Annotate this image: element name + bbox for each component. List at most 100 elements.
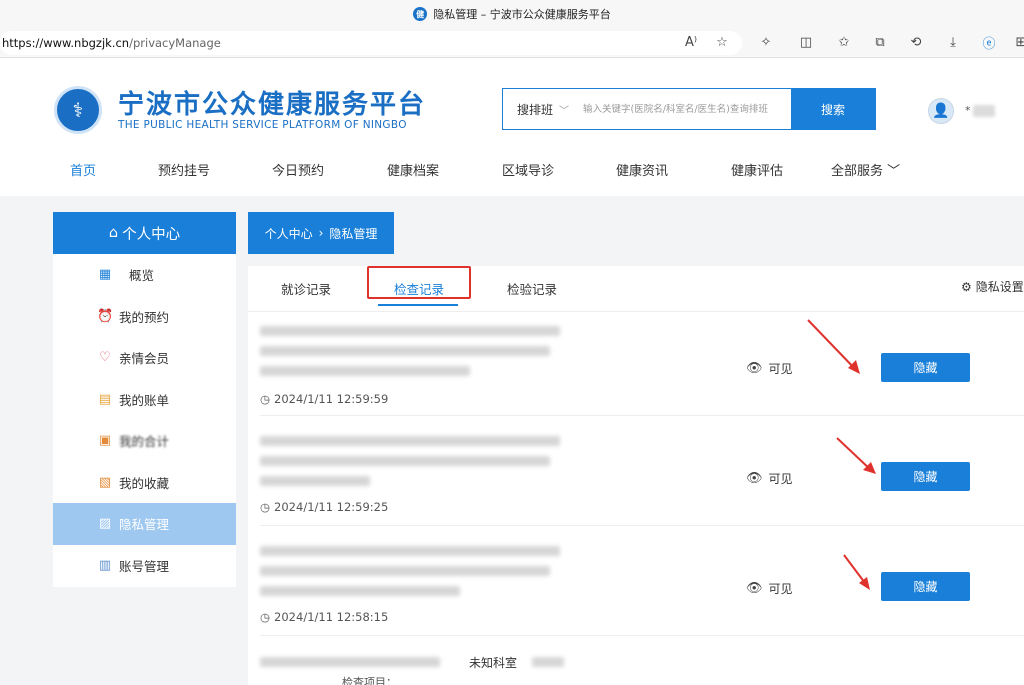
search-type-label: 搜排班 bbox=[517, 102, 554, 117]
url-path: /privacyManage bbox=[129, 36, 221, 50]
username[interactable]: * bbox=[965, 104, 995, 117]
sidebar-item-label: 概览 bbox=[129, 268, 155, 284]
record-item: ◷ 2024/1/11 12:58:15 👁 可见 隐藏 bbox=[260, 526, 1024, 636]
privacy-settings-button[interactable]: ⚙ 隐私设置 bbox=[961, 278, 1024, 295]
record-item: 未知科室 检查项目： bbox=[260, 636, 1024, 685]
search-input[interactable] bbox=[583, 94, 789, 124]
tab-lab-records[interactable]: 检验记录 bbox=[507, 279, 557, 298]
clock-icon: ◷ bbox=[260, 392, 271, 406]
redacted-text bbox=[260, 566, 550, 576]
record-department: 未知科室 bbox=[469, 656, 518, 670]
record-time: ◷ 2024/1/11 12:59:59 bbox=[260, 392, 388, 406]
tab-visit-records[interactable]: 就诊记录 bbox=[281, 279, 331, 298]
record-item: ◷ 2024/1/11 12:59:25 👁 可见 隐藏 bbox=[260, 416, 1024, 526]
user-avatar[interactable]: 👤 bbox=[928, 98, 954, 124]
sidebar-header[interactable]: ⌂ 个人中心 bbox=[53, 212, 236, 254]
record-time: ◷ 2024/1/11 12:58:15 bbox=[260, 610, 388, 624]
browser-tab-title: 隐私管理 – 宁波市公众健康服务平台 bbox=[433, 8, 611, 21]
sidebar-item-overview[interactable]: ▦ 概览 bbox=[53, 254, 236, 296]
nav-health-assessment[interactable]: 健康评估 bbox=[731, 160, 783, 179]
nav-health-records[interactable]: 健康档案 bbox=[387, 160, 439, 179]
split-screen-icon[interactable]: ◫ bbox=[795, 31, 817, 53]
url-host: https://www.nbgzjk.cn bbox=[2, 36, 130, 50]
collections-icon[interactable]: ⧉ bbox=[869, 31, 891, 53]
sidebar-header-label: 个人中心 bbox=[122, 226, 181, 243]
search-button[interactable]: 搜索 bbox=[791, 89, 875, 129]
browser-address-bar: https://www.nbgzjk.cn/privacyManage A⁾ ☆… bbox=[0, 28, 1024, 58]
wallet-icon: ▣ bbox=[98, 433, 112, 449]
history-icon[interactable]: ⟲ bbox=[905, 31, 927, 53]
sidebar-item-my-appointments[interactable]: ⏰ 我的预约 bbox=[53, 296, 236, 338]
record-tabs: 就诊记录 检查记录 检验记录 ⚙ 隐私设置 bbox=[248, 266, 1024, 312]
sidebar-item-my-bills[interactable]: ▤ 我的账单 bbox=[53, 379, 236, 421]
nav-health-news[interactable]: 健康资讯 bbox=[616, 160, 668, 179]
shield-icon: ▨ bbox=[98, 516, 112, 532]
gear-icon: ⚙ bbox=[961, 279, 972, 294]
annotation-arrow bbox=[807, 319, 860, 374]
hide-button[interactable]: 隐藏 bbox=[881, 572, 970, 601]
search-box: 搜排班 ﹀ 搜索 bbox=[502, 88, 876, 130]
url-field[interactable]: https://www.nbgzjk.cn/privacyManage bbox=[0, 31, 742, 55]
nav-all-services[interactable]: 全部服务 ﹀ bbox=[831, 160, 900, 179]
record-time-text: 2024/1/11 12:58:15 bbox=[274, 610, 389, 624]
sidebar-item-label: 我的预约 bbox=[119, 309, 170, 325]
hide-button[interactable]: 隐藏 bbox=[881, 353, 970, 382]
nav-today-appointment[interactable]: 今日预约 bbox=[272, 160, 324, 179]
grid-icon: ▦ bbox=[98, 267, 112, 283]
redacted-text bbox=[260, 586, 460, 596]
more-tools-icon[interactable]: ⊞ bbox=[1010, 31, 1024, 53]
visibility-status: 👁 可见 bbox=[746, 580, 793, 597]
redacted-text bbox=[260, 326, 560, 336]
clock-icon: ◷ bbox=[260, 610, 271, 624]
favorite-star-icon[interactable]: ☆ bbox=[711, 31, 733, 53]
annotation-arrow bbox=[843, 554, 870, 590]
site-subtitle: THE PUBLIC HEALTH SERVICE PLATFORM OF NI… bbox=[118, 119, 407, 131]
site-title[interactable]: 宁波市公众健康服务平台 bbox=[118, 84, 426, 121]
read-aloud-icon[interactable]: A⁾ bbox=[680, 31, 702, 53]
nav-home[interactable]: 首页 bbox=[70, 160, 96, 179]
record-time-text: 2024/1/11 12:59:59 bbox=[274, 392, 389, 406]
sidebar-item-label: 我的账单 bbox=[119, 392, 170, 408]
redacted-text bbox=[532, 657, 564, 667]
eye-icon: 👁 bbox=[746, 581, 763, 596]
sidebar-item-label: 我的合计 bbox=[119, 434, 170, 450]
sidebar-item-label: 隐私管理 bbox=[119, 517, 170, 533]
record-time-text: 2024/1/11 12:59:25 bbox=[274, 500, 389, 514]
user-card-icon: ▥ bbox=[98, 557, 112, 573]
visibility-text: 可见 bbox=[768, 582, 793, 596]
heart-icon: ♡ bbox=[99, 350, 111, 366]
clock-icon: ◷ bbox=[260, 500, 271, 514]
breadcrumb-current: 隐私管理 bbox=[329, 226, 378, 241]
downloads-icon[interactable]: ⤓ bbox=[942, 31, 964, 53]
nav-regional-guide[interactable]: 区域导诊 bbox=[502, 160, 554, 179]
browser-titlebar: 健 隐私管理 – 宁波市公众健康服务平台 bbox=[0, 0, 1024, 28]
edge-copilot-icon[interactable]: ⓔ bbox=[978, 31, 1000, 53]
nav-appointment[interactable]: 预约挂号 bbox=[158, 160, 210, 179]
username-text: * bbox=[965, 104, 971, 117]
sidebar-item-account[interactable]: ▥ 账号管理 bbox=[53, 545, 236, 587]
sidebar: ⌂ 个人中心 ▦ 概览 ⏰ 我的预约 ♡ 亲情会员 ▤ 我的账单 ▣ 我的合计 … bbox=[53, 212, 236, 587]
record-item-label: 检查项目： bbox=[342, 676, 397, 685]
redacted-text bbox=[260, 346, 550, 356]
breadcrumb: 个人中心 › 隐私管理 bbox=[248, 212, 394, 254]
redacted-text bbox=[260, 476, 370, 486]
breadcrumb-root[interactable]: 个人中心 bbox=[265, 225, 313, 242]
visibility-status: 👁 可见 bbox=[746, 470, 793, 487]
sidebar-item-my-favorites[interactable]: ▧ 我的收藏 bbox=[53, 462, 236, 504]
hide-button[interactable]: 隐藏 bbox=[881, 462, 970, 491]
favorites-list-icon[interactable]: ✩ bbox=[833, 31, 855, 53]
chevron-down-icon: ﹀ bbox=[887, 164, 901, 179]
sidebar-item-family-members[interactable]: ♡ 亲情会员 bbox=[53, 337, 236, 379]
eye-icon: 👁 bbox=[746, 361, 763, 376]
search-type-select[interactable]: 搜排班 ﹀ bbox=[503, 101, 583, 118]
chevron-down-icon: ﹀ bbox=[559, 105, 570, 117]
sidebar-item-label: 账号管理 bbox=[119, 558, 170, 574]
eye-icon: 👁 bbox=[746, 471, 763, 486]
extensions-icon[interactable]: ✧ bbox=[755, 31, 777, 53]
sidebar-item-privacy[interactable]: ▨ 隐私管理 bbox=[53, 503, 236, 545]
sidebar-item-label: 我的收藏 bbox=[119, 475, 170, 491]
record-time: ◷ 2024/1/11 12:59:25 bbox=[260, 500, 388, 514]
site-logo-icon[interactable]: ⚕ bbox=[54, 86, 102, 134]
clock-icon: ⏰ bbox=[97, 308, 114, 324]
sidebar-item-my-total[interactable]: ▣ 我的合计 bbox=[53, 420, 236, 462]
